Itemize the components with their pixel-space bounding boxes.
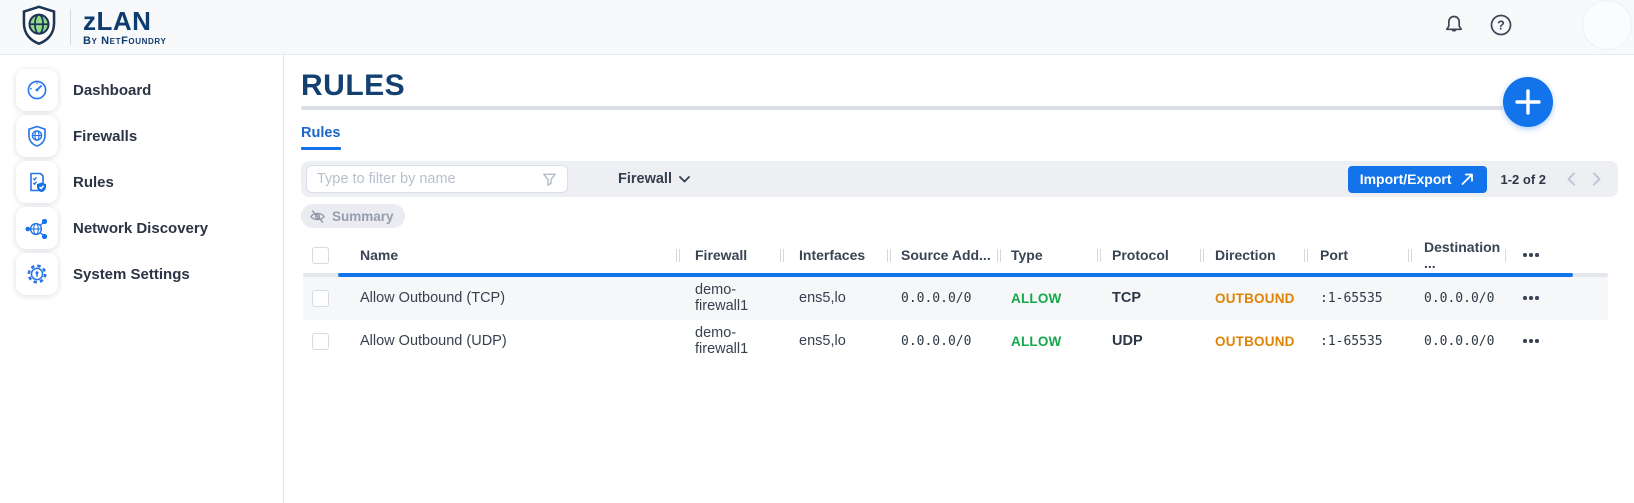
table-toolbar: Firewall Import/Export 1-2 of 2: [301, 161, 1618, 197]
help-icon[interactable]: ?: [1488, 12, 1514, 43]
rule-interfaces: ens5,lo: [799, 290, 846, 306]
add-rule-button[interactable]: [1503, 77, 1553, 127]
rule-type-badge: ALLOW: [1011, 291, 1062, 306]
rule-protocol: TCP: [1112, 290, 1141, 306]
rule-destination-address: 0.0.0.0/0: [1424, 291, 1494, 306]
sidebar-item-dashboard[interactable]: Dashboard: [0, 67, 283, 113]
top-bar: zLAN By NetFoundry ?: [0, 0, 1634, 55]
summary-toggle-chip[interactable]: Summary: [301, 204, 405, 228]
rule-interfaces: ens5,lo: [799, 333, 846, 349]
tab-rules[interactable]: Rules: [301, 125, 341, 141]
brand-title: zLAN: [83, 8, 166, 34]
sidebar: Dashboard Firewalls: [0, 55, 284, 503]
rule-protocol: UDP: [1112, 333, 1143, 349]
page-title: RULES: [301, 71, 1634, 101]
rule-firewall: demo-firewall1: [695, 282, 780, 314]
column-resize-handle[interactable]: [1097, 249, 1101, 262]
column-header-protocol[interactable]: Protocol: [1112, 247, 1169, 263]
rule-direction-badge: OUTBOUND: [1215, 291, 1295, 306]
sidebar-item-label: Rules: [73, 174, 114, 191]
firewall-dropdown-label: Firewall: [618, 171, 672, 187]
row-more-options-icon[interactable]: [1523, 296, 1539, 300]
column-resize-handle[interactable]: [1200, 249, 1204, 262]
rules-table: Name Firewall Interfaces Source Add... T…: [303, 238, 1608, 363]
eye-slash-icon: [309, 209, 326, 224]
rule-name: Allow Outbound (TCP): [360, 290, 505, 306]
avatar[interactable]: [1582, 0, 1632, 50]
column-header-name[interactable]: Name: [360, 247, 398, 263]
rule-port: :1-65535: [1320, 291, 1383, 306]
gear-lock-icon: [16, 253, 58, 295]
sidebar-item-label: Dashboard: [73, 82, 151, 99]
table-row[interactable]: Allow Outbound (TCP) demo-firewall1 ens5…: [303, 277, 1608, 320]
column-resize-handle[interactable]: [1408, 249, 1412, 262]
rules-checklist-icon: [16, 161, 58, 203]
pagination-prev-button[interactable]: [1558, 166, 1584, 192]
pagination-range-label: 1-2 of 2: [1500, 172, 1546, 187]
row-checkbox[interactable]: [312, 333, 329, 350]
rule-direction-badge: OUTBOUND: [1215, 334, 1295, 349]
column-header-firewall[interactable]: Firewall: [695, 247, 747, 263]
main-content: RULES Rules Firewall: [284, 55, 1634, 503]
gauge-icon: [16, 69, 58, 111]
column-header-type[interactable]: Type: [1011, 247, 1043, 263]
title-divider: [301, 106, 1503, 110]
column-resize-handle[interactable]: [676, 249, 680, 262]
brand: zLAN By NetFoundry: [20, 4, 166, 51]
column-resize-handle[interactable]: [887, 249, 891, 262]
firewall-dropdown[interactable]: Firewall: [618, 171, 690, 187]
sidebar-item-label: Network Discovery: [73, 220, 208, 237]
row-checkbox[interactable]: [312, 290, 329, 307]
header-more-options-icon[interactable]: [1523, 253, 1539, 257]
column-header-direction[interactable]: Direction: [1215, 247, 1276, 263]
rule-name: Allow Outbound (UDP): [360, 333, 507, 349]
sidebar-item-system-settings[interactable]: System Settings: [0, 251, 283, 297]
network-globe-icon: [16, 207, 58, 249]
shield-globe-icon: [16, 115, 58, 157]
column-resize-handle[interactable]: [780, 249, 784, 262]
tab-active-underline: [301, 147, 341, 150]
rule-type-badge: ALLOW: [1011, 334, 1062, 349]
pagination-next-button[interactable]: [1584, 166, 1610, 192]
sidebar-item-label: System Settings: [73, 266, 190, 283]
svg-text:?: ?: [1497, 19, 1505, 33]
sidebar-item-firewalls[interactable]: Firewalls: [0, 113, 283, 159]
sidebar-item-network-discovery[interactable]: Network Discovery: [0, 205, 283, 251]
brand-divider: [70, 9, 71, 45]
filter-input-wrapper: [306, 165, 568, 193]
chevron-right-icon: [1591, 171, 1603, 187]
column-header-port[interactable]: Port: [1320, 247, 1348, 263]
rule-firewall: demo-firewall1: [695, 325, 780, 357]
summary-chip-label: Summary: [332, 209, 394, 224]
plus-icon: [1503, 77, 1553, 127]
sidebar-item-rules[interactable]: Rules: [0, 159, 283, 205]
brand-text: zLAN By NetFoundry: [83, 8, 166, 47]
rule-source-address: 0.0.0.0/0: [901, 334, 971, 349]
sidebar-item-label: Firewalls: [73, 128, 137, 145]
column-header-source[interactable]: Source Add...: [901, 247, 991, 263]
chevron-down-icon: [679, 176, 690, 183]
table-row[interactable]: Allow Outbound (UDP) demo-firewall1 ens5…: [303, 320, 1608, 363]
column-header-interfaces[interactable]: Interfaces: [799, 247, 865, 263]
table-header-row: Name Firewall Interfaces Source Add... T…: [303, 238, 1608, 273]
funnel-filter-icon: [541, 171, 558, 193]
brand-subtitle: By NetFoundry: [83, 36, 166, 47]
import-export-label: Import/Export: [1360, 171, 1452, 187]
import-export-button[interactable]: Import/Export: [1348, 166, 1488, 193]
chevron-left-icon: [1565, 171, 1577, 187]
select-all-checkbox[interactable]: [312, 247, 329, 264]
column-resize-handle[interactable]: [997, 249, 1001, 262]
notifications-bell-icon[interactable]: [1442, 13, 1466, 42]
export-arrow-icon: [1459, 171, 1475, 187]
rule-port: :1-65535: [1320, 334, 1383, 349]
column-header-destination[interactable]: Destination ...: [1424, 239, 1508, 271]
column-resize-handle[interactable]: [1304, 249, 1308, 262]
filter-by-name-input[interactable]: [307, 171, 527, 187]
rule-source-address: 0.0.0.0/0: [901, 291, 971, 306]
shield-globe-logo-icon: [20, 4, 58, 51]
tab-bar: Rules: [301, 124, 1634, 150]
rule-destination-address: 0.0.0.0/0: [1424, 334, 1494, 349]
row-more-options-icon[interactable]: [1523, 339, 1539, 343]
column-resize-handle[interactable]: [1505, 249, 1506, 262]
